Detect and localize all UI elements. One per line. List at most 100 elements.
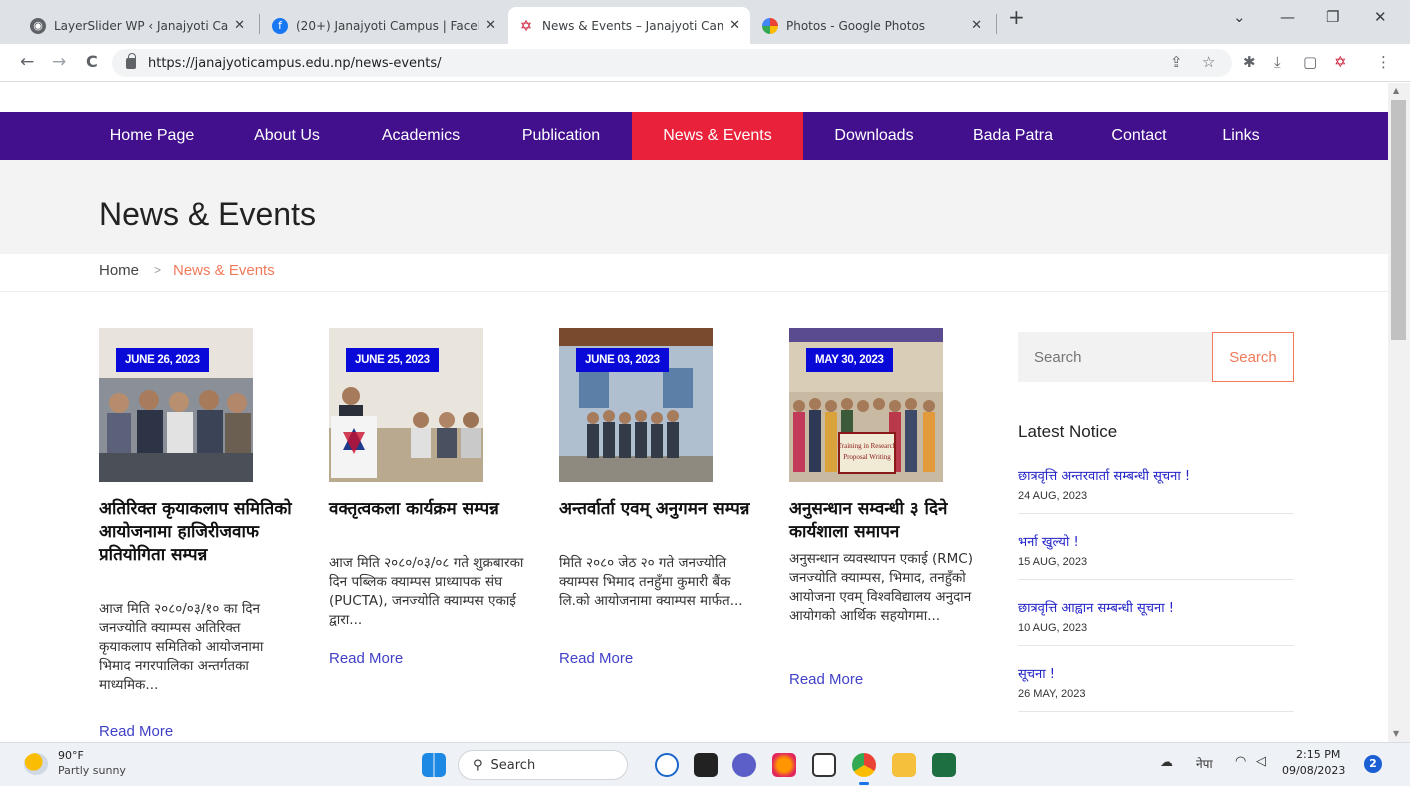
- notice-item: छात्रवृत्ति अन्तरवार्ता सम्बन्धी सूचना !…: [1018, 466, 1294, 514]
- post-excerpt: मिति २०८० जेठ २० गते जनज्योति क्याम्पस भ…: [559, 555, 743, 609]
- bing-icon[interactable]: [655, 753, 679, 777]
- scrollbar-thumb[interactable]: [1391, 100, 1406, 340]
- firefox-icon[interactable]: [772, 753, 796, 777]
- chrome-icon[interactable]: [852, 753, 876, 777]
- notification-badge[interactable]: 2: [1364, 755, 1382, 773]
- notice-item: भर्ना खुल्यो ! 15 AUG, 2023: [1018, 532, 1294, 580]
- nav-home-page[interactable]: Home Page: [96, 112, 208, 160]
- profile-icon[interactable]: ✡: [1334, 53, 1347, 71]
- read-more-link[interactable]: Read More: [559, 650, 633, 667]
- scroll-down-arrow[interactable]: ▼: [1393, 729, 1399, 738]
- notice-date: 15 AUG, 2023: [1018, 556, 1088, 568]
- url-text: https://janajyoticampus.edu.np/news-even…: [148, 55, 442, 71]
- post-title[interactable]: वक्तृत्वकला कार्यक्रम सम्पन्न: [329, 498, 529, 521]
- weather-icon[interactable]: [24, 753, 48, 775]
- tab-title: (20+) Janajyoti Campus | Facebook: [296, 18, 479, 33]
- search-button[interactable]: Search: [1212, 332, 1294, 382]
- restore-button[interactable]: ❐: [1326, 8, 1339, 26]
- post-title[interactable]: अनुसन्धान सम्वन्धी ३ दिने कार्यशाला समाप…: [789, 498, 989, 544]
- language-indicator[interactable]: नेपा: [1196, 755, 1213, 772]
- bookmark-star-icon[interactable]: ☆: [1202, 53, 1215, 71]
- notice-date: 24 AUG, 2023: [1018, 490, 1088, 502]
- menu-icon[interactable]: ⋮: [1376, 53, 1391, 71]
- post-excerpt: आज मिति २०८०/०३/०८ गते शुक्रबारका दिन पब…: [329, 555, 524, 628]
- nepal-emblem-icon: ✡: [519, 16, 533, 35]
- post-date-badge: JUNE 26, 2023: [116, 348, 209, 372]
- tab-google-photos[interactable]: Photos - Google Photos ✕: [752, 7, 992, 44]
- notice-title[interactable]: सूचना !: [1018, 664, 1294, 682]
- address-bar[interactable]: https://janajyoticampus.edu.np/news-even…: [112, 49, 1232, 77]
- tab-title: Photos - Google Photos: [786, 18, 926, 33]
- post-date-badge: JUNE 03, 2023: [576, 348, 669, 372]
- scroll-up-arrow[interactable]: ▲: [1393, 86, 1399, 95]
- clock-time[interactable]: 2:15 PM: [1296, 748, 1340, 761]
- chat-icon[interactable]: [732, 753, 756, 777]
- notice-title[interactable]: छात्रवृत्ति आह्वान सम्बन्धी सूचना !: [1018, 598, 1294, 616]
- minimize-button[interactable]: —: [1280, 8, 1295, 26]
- close-icon[interactable]: ✕: [234, 18, 245, 33]
- notice-title[interactable]: छात्रवृत्ति अन्तरवार्ता सम्बन्धी सूचना !: [1018, 466, 1294, 484]
- latest-notice-heading: Latest Notice: [1018, 422, 1118, 441]
- notice-title[interactable]: भर्ना खुल्यो !: [1018, 532, 1294, 550]
- tab-news-events[interactable]: ✡ News & Events – Janajyoti Campus ✕: [508, 7, 750, 44]
- volume-icon[interactable]: ◁: [1256, 754, 1266, 769]
- task-view-icon[interactable]: [812, 753, 836, 777]
- tab-title: News & Events – Janajyoti Campus: [542, 18, 724, 33]
- breadcrumb-current: News & Events: [173, 262, 275, 279]
- tab-facebook[interactable]: f (20+) Janajyoti Campus | Facebook ✕: [262, 7, 506, 44]
- new-tab-button[interactable]: +: [1008, 5, 1025, 29]
- close-window-button[interactable]: ✕: [1374, 8, 1387, 26]
- read-more-link[interactable]: Read More: [789, 671, 863, 688]
- nav-contact[interactable]: Contact: [1096, 112, 1182, 160]
- google-photos-icon: [762, 17, 778, 34]
- active-app-indicator: [859, 782, 869, 785]
- weather-temp: 90°F: [58, 749, 84, 762]
- close-icon[interactable]: ✕: [485, 18, 496, 33]
- search-icon: ⚲: [473, 757, 483, 773]
- windows-taskbar: 90°F Partly sunny ⚲ Search ☁ नेपा ◠ ◁ 2:…: [0, 742, 1410, 786]
- nav-bada-patra[interactable]: Bada Patra: [958, 112, 1068, 160]
- forward-button[interactable]: →: [52, 52, 66, 72]
- browser-toolbar: ← → C https://janajyoticampus.edu.np/new…: [0, 44, 1410, 82]
- taskbar-search[interactable]: ⚲ Search: [458, 750, 628, 780]
- facebook-icon: f: [272, 17, 288, 34]
- nav-links[interactable]: Links: [1210, 112, 1272, 160]
- nav-academics[interactable]: Academics: [366, 112, 476, 160]
- back-button[interactable]: ←: [20, 52, 34, 72]
- search-input[interactable]: [1018, 332, 1212, 382]
- breadcrumb-home[interactable]: Home: [99, 262, 139, 279]
- page-header: News & Events: [0, 160, 1388, 254]
- onedrive-icon[interactable]: ☁: [1160, 755, 1173, 770]
- clock-date[interactable]: 09/08/2023: [1282, 764, 1345, 777]
- read-more-link[interactable]: Read More: [99, 723, 173, 740]
- nav-news-events[interactable]: News & Events: [632, 112, 803, 160]
- breadcrumb: Home > News & Events: [0, 254, 1388, 292]
- read-more-link[interactable]: Read More: [329, 650, 403, 667]
- nav-about-us[interactable]: About Us: [238, 112, 336, 160]
- post-excerpt: आज मिति २०८०/०३/१० का दिन जनज्योति क्याम…: [99, 601, 264, 693]
- download-icon[interactable]: ⤓: [1274, 53, 1281, 71]
- post-title[interactable]: अतिरिक्त कृयाकलाप समितिको आयोजनामा हाजिर…: [99, 498, 299, 567]
- nav-publication[interactable]: Publication: [506, 112, 616, 160]
- post-title[interactable]: अन्तर्वार्ता एवम् अनुगमन सम्पन्न: [559, 498, 759, 521]
- side-panel-icon[interactable]: ▢: [1303, 53, 1317, 71]
- notice-date: 26 MAY, 2023: [1018, 688, 1086, 700]
- tab-title: LayerSlider WP ‹ Janajyoti Campus: [54, 18, 229, 33]
- wifi-icon[interactable]: ◠: [1235, 754, 1246, 769]
- close-icon[interactable]: ✕: [971, 18, 982, 33]
- start-icon[interactable]: [422, 753, 446, 777]
- post-date-badge: MAY 30, 2023: [806, 348, 893, 372]
- globe-icon: ◉: [30, 17, 46, 34]
- reload-button[interactable]: C: [86, 52, 98, 71]
- close-icon[interactable]: ✕: [729, 18, 740, 33]
- file-explorer-app-icon[interactable]: [694, 753, 718, 777]
- share-icon[interactable]: ⇪: [1170, 53, 1183, 71]
- breadcrumb-separator: >: [154, 263, 162, 277]
- tab-layerslider[interactable]: ◉ LayerSlider WP ‹ Janajyoti Campus ✕: [20, 7, 255, 44]
- nav-downloads[interactable]: Downloads: [818, 112, 930, 160]
- extensions-icon[interactable]: ✱: [1243, 53, 1256, 71]
- excel-icon[interactable]: [932, 753, 956, 777]
- folder-icon[interactable]: [892, 753, 916, 777]
- page-title: News & Events: [99, 196, 316, 232]
- tab-search-dropdown[interactable]: ⌄: [1233, 8, 1246, 26]
